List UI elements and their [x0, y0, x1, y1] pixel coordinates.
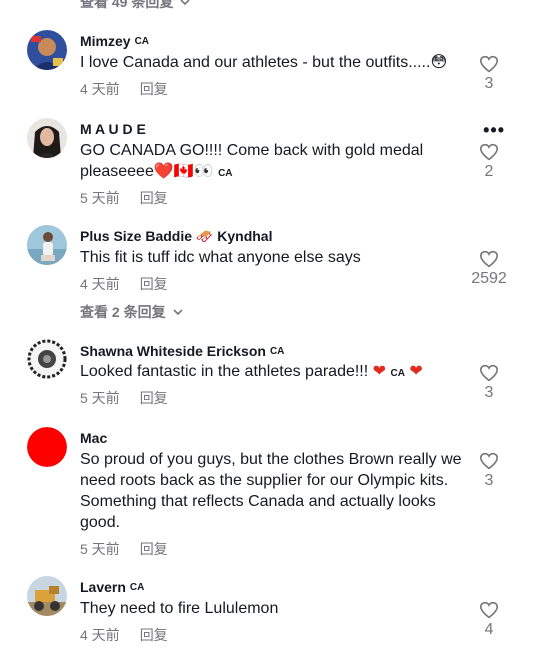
- heart-outline-icon: [479, 143, 499, 161]
- comment-time: 4 天前: [80, 81, 120, 97]
- chevron-down-icon: [180, 0, 190, 6]
- comment-text: GO CANADA GO!!!! Come back with gold med…: [80, 142, 424, 180]
- heart-outline-icon: [479, 601, 499, 619]
- comment-meta: 4 天前 回复: [80, 625, 168, 645]
- view-replies-top[interactable]: 查看 49 条回复: [80, 0, 191, 12]
- comment-meta: 5 天前 回复: [80, 188, 168, 208]
- comment-text: I love Canada and our athletes - but the…: [80, 54, 448, 71]
- like-button[interactable]: 3: [471, 452, 507, 490]
- avatar[interactable]: [27, 576, 67, 616]
- avatar[interactable]: [27, 427, 67, 467]
- heart-outline-icon: [479, 250, 499, 268]
- like-button[interactable]: 3: [471, 364, 507, 402]
- username[interactable]: M A U D E: [80, 121, 146, 137]
- view-replies-label: 查看 2 条回复: [80, 304, 166, 320]
- comment-meta: 5 天前 回复: [80, 388, 168, 408]
- view-replies-button[interactable]: 查看 2 条回复: [80, 302, 184, 322]
- avatar[interactable]: [27, 339, 67, 379]
- region-badge: CA: [218, 168, 233, 179]
- comment-meta: 4 天前 回复: [80, 274, 168, 294]
- comment-meta: 4 天前 回复: [80, 79, 168, 99]
- comment-time: 4 天前: [80, 627, 120, 643]
- like-count: 3: [484, 472, 494, 489]
- emoji: ❤️🇨🇦👀: [153, 163, 214, 180]
- region-badge: CA: [269, 345, 285, 357]
- comment-text: They need to fire Lululemon: [80, 600, 279, 617]
- reply-button[interactable]: 回复: [140, 188, 168, 208]
- username[interactable]: Lavern CA: [80, 579, 144, 595]
- like-button[interactable]: 3: [471, 55, 507, 93]
- like-count: 2592: [471, 270, 507, 287]
- avatar[interactable]: [27, 225, 67, 265]
- like-button[interactable]: 2: [471, 143, 507, 181]
- region-badge: CA: [129, 581, 145, 593]
- reply-button[interactable]: 回复: [140, 79, 168, 99]
- avatar[interactable]: [27, 30, 67, 70]
- comment-time: 5 天前: [80, 190, 120, 206]
- reply-button[interactable]: 回复: [140, 388, 168, 408]
- avatar[interactable]: [27, 118, 67, 158]
- heart-emoji: ❤: [372, 363, 387, 380]
- region-badge: CA: [134, 35, 150, 47]
- region-badge: CA: [390, 368, 405, 379]
- comment-time: 5 天前: [80, 390, 120, 406]
- heart-emoji: ❤: [409, 363, 423, 380]
- like-count: 4: [484, 621, 494, 638]
- heart-outline-icon: [479, 452, 499, 470]
- username[interactable]: Plus Size Baddie 🛷 Kyndhal: [80, 228, 272, 245]
- comment-time: 5 天前: [80, 541, 120, 557]
- comment-text: This fit is tuff idc what anyone else sa…: [80, 249, 361, 266]
- like-count: 2: [484, 163, 494, 180]
- reply-button[interactable]: 回复: [140, 625, 168, 645]
- comment-text: So proud of you guys, but the clothes Br…: [80, 451, 462, 531]
- heart-outline-icon: [479, 55, 499, 73]
- username[interactable]: Mac: [80, 430, 107, 446]
- heart-outline-icon: [479, 364, 499, 382]
- username[interactable]: Shawna Whiteside Erickson CA: [80, 343, 284, 359]
- comment-time: 4 天前: [80, 276, 120, 292]
- comment-meta: 5 天前 回复: [80, 539, 168, 559]
- like-button[interactable]: 4: [471, 601, 507, 639]
- like-button[interactable]: 2592: [464, 250, 514, 288]
- like-count: 3: [484, 75, 494, 92]
- reply-button[interactable]: 回复: [140, 539, 168, 559]
- chevron-down-icon: [173, 309, 183, 316]
- like-count: 3: [484, 384, 494, 401]
- view-replies-label: 查看 49 条回复: [80, 0, 174, 10]
- more-options-icon[interactable]: •••: [483, 120, 505, 141]
- username[interactable]: Mimzey CA: [80, 33, 149, 49]
- comment-text: Looked fantastic in the athletes parade!…: [80, 363, 423, 380]
- reply-button[interactable]: 回复: [140, 274, 168, 294]
